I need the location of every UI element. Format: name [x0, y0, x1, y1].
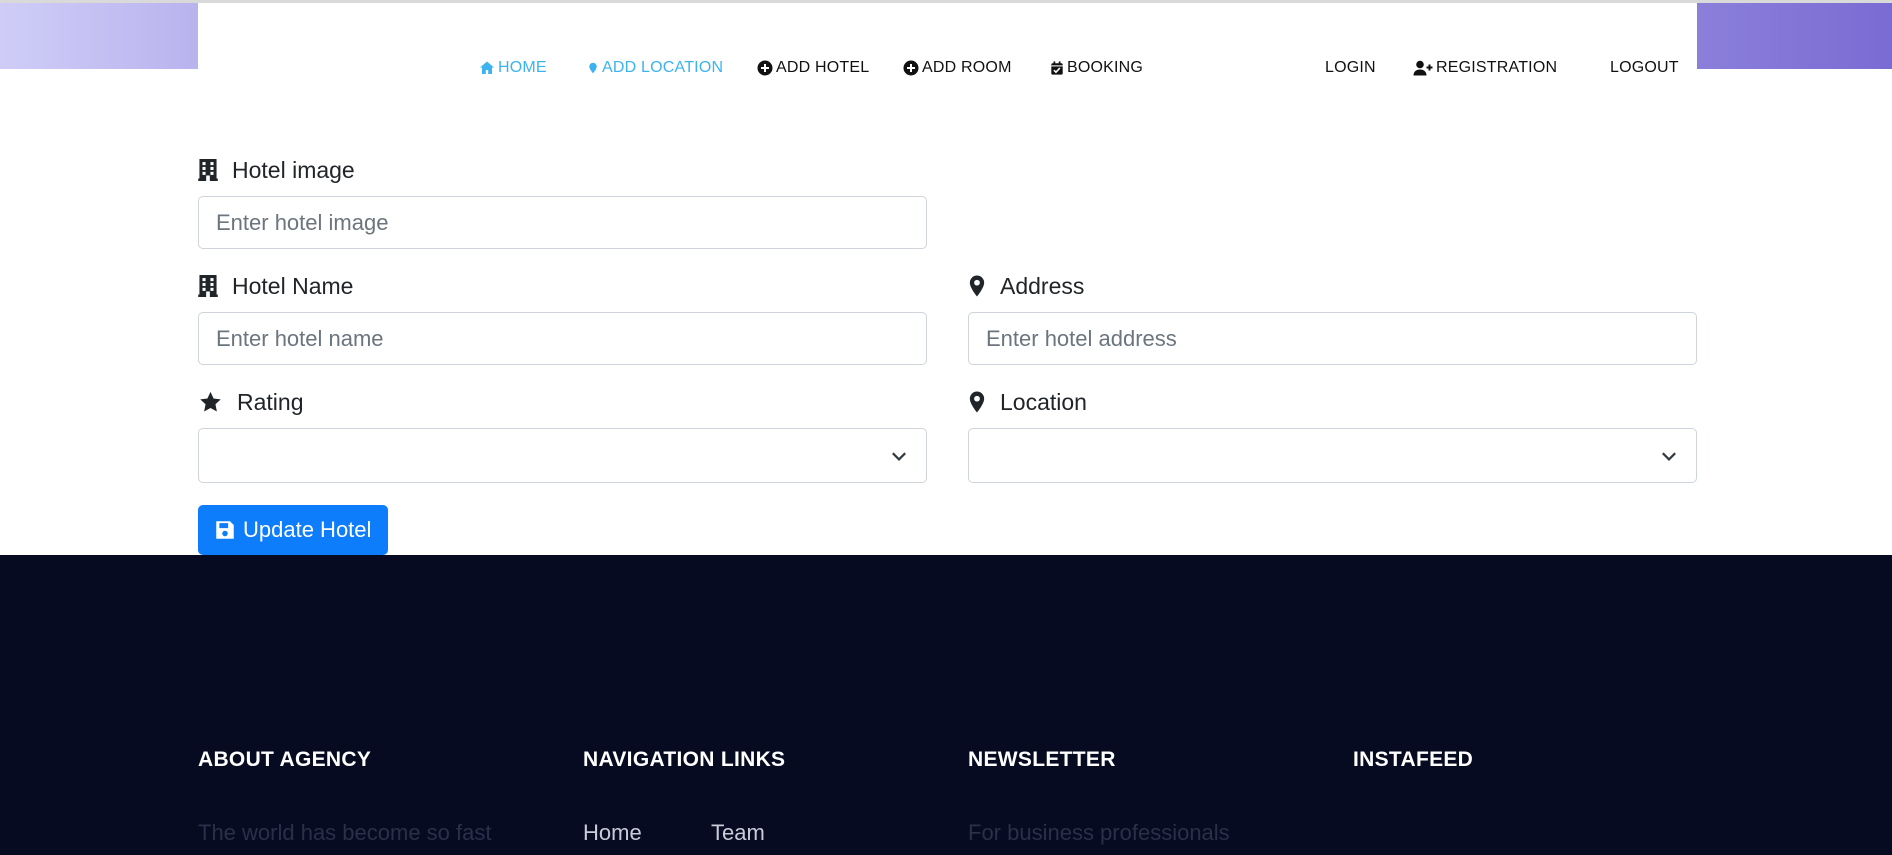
- user-plus-icon: [1413, 60, 1433, 76]
- footer-newsletter-heading: NEWSLETTER: [968, 748, 1116, 771]
- top-border: [0, 0, 1892, 3]
- hotel-name-label: Hotel Name: [198, 272, 353, 300]
- nav-add-hotel-label: ADD HOTEL: [776, 59, 870, 76]
- footer-link-team[interactable]: Team: [711, 820, 765, 846]
- footer-instafeed-heading: INSTAFEED: [1353, 748, 1474, 771]
- nav-add-location[interactable]: ADD LOCATION: [587, 56, 723, 80]
- header-gradient-left: [0, 3, 198, 69]
- map-marker-icon: [969, 391, 985, 413]
- hotel-name-label-text: Hotel Name: [232, 272, 354, 299]
- update-hotel-button[interactable]: Update Hotel: [198, 505, 388, 555]
- header-gradient-right: [1697, 3, 1892, 69]
- update-hotel-button-label: Update Hotel: [243, 517, 372, 542]
- address-label: Address: [968, 272, 1084, 300]
- plus-circle-icon: [903, 60, 919, 76]
- building-icon: [198, 159, 218, 181]
- hotel-image-label: Hotel image: [198, 156, 355, 184]
- save-icon: [216, 521, 234, 539]
- footer: [0, 555, 1892, 855]
- address-label-text: Address: [1000, 272, 1085, 299]
- nav-home[interactable]: HOME: [479, 56, 547, 80]
- nav-booking-label: BOOKING: [1067, 59, 1144, 76]
- building-icon: [198, 275, 218, 297]
- nav-booking[interactable]: BOOKING: [1050, 56, 1143, 80]
- calendar-check-icon: [1051, 61, 1063, 75]
- location-label: Location: [968, 388, 1087, 416]
- footer-about-heading: ABOUT AGENCY: [198, 748, 372, 771]
- nav-home-label: HOME: [498, 59, 547, 76]
- nav-add-room-label: ADD ROOM: [922, 59, 1012, 76]
- rating-label-text: Rating: [237, 388, 304, 415]
- nav-logout-label: LOGOUT: [1610, 59, 1679, 76]
- location-label-text: Location: [1000, 388, 1087, 415]
- address-input[interactable]: [968, 312, 1697, 365]
- nav-login-label: LOGIN: [1325, 59, 1376, 76]
- footer-navigation-heading: NAVIGATION LINKS: [583, 748, 786, 771]
- rating-label: Rating: [198, 388, 303, 416]
- hotel-image-label-text: Hotel image: [232, 156, 355, 183]
- location-select[interactable]: [968, 428, 1697, 483]
- star-icon: [200, 391, 221, 412]
- nav-add-location-label: ADD LOCATION: [602, 59, 724, 76]
- footer-link-home[interactable]: Home: [583, 820, 642, 846]
- nav-registration[interactable]: REGISTRATION: [1413, 56, 1557, 80]
- chevron-down-icon: [892, 452, 906, 461]
- nav-login[interactable]: LOGIN: [1325, 56, 1376, 80]
- footer-about-text: The world has become so fast: [198, 820, 492, 845]
- map-marker-icon: [969, 275, 985, 297]
- footer-newsletter-text: For business professionals: [968, 820, 1230, 845]
- home-icon: [480, 61, 494, 74]
- nav-registration-label: REGISTRATION: [1436, 59, 1558, 76]
- hotel-name-input[interactable]: [198, 312, 927, 365]
- nav-add-hotel[interactable]: ADD HOTEL: [757, 56, 869, 80]
- chevron-down-icon: [1662, 452, 1676, 461]
- map-marker-icon: [589, 62, 597, 74]
- nav-add-room[interactable]: ADD ROOM: [903, 56, 1012, 80]
- plus-circle-icon: [757, 60, 773, 76]
- hotel-image-input[interactable]: [198, 196, 927, 249]
- rating-select[interactable]: [198, 428, 927, 483]
- nav-logout[interactable]: LOGOUT: [1610, 56, 1679, 80]
